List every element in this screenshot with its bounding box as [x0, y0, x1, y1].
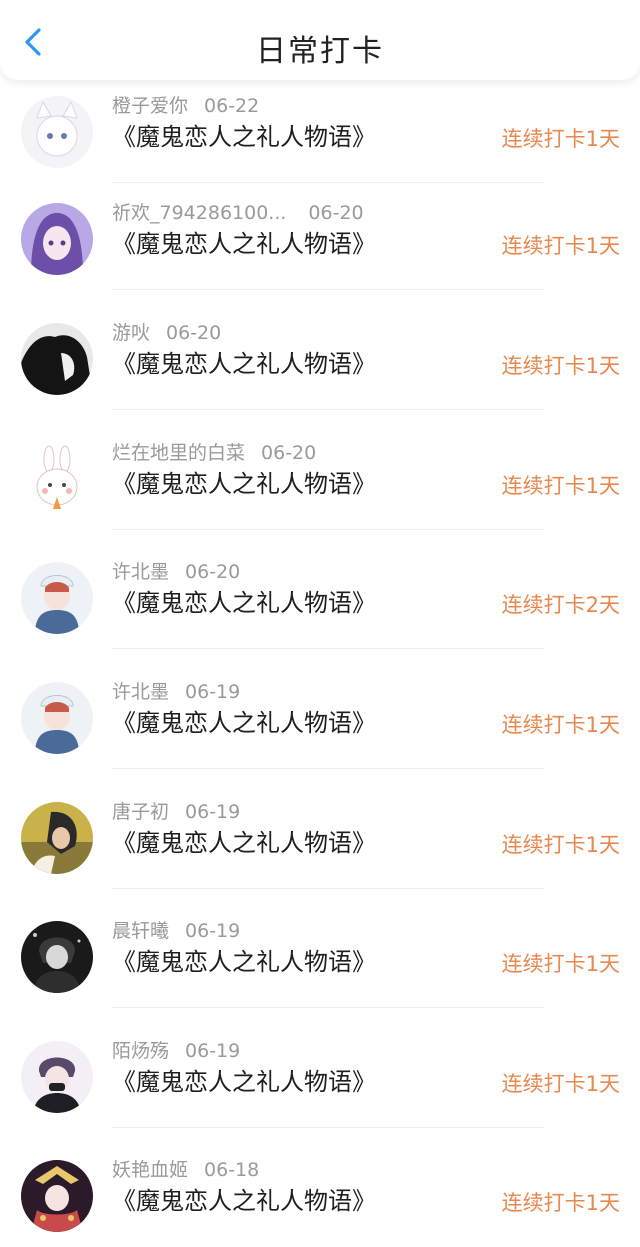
avatar[interactable] — [21, 443, 93, 515]
checkin-date: 06-20 — [166, 322, 222, 344]
username[interactable]: 游吙 — [112, 322, 150, 344]
user-line: 许北墨 06-19 — [112, 677, 240, 704]
username[interactable]: 妖艳血姬 — [112, 1159, 188, 1181]
streak-label: 连续打卡1天 — [501, 833, 620, 857]
user-line: 唐子初 06-19 — [112, 797, 240, 824]
book-title[interactable]: 《魔鬼恋人之礼人物语》 — [112, 583, 376, 618]
avatar[interactable] — [21, 682, 93, 754]
avatar[interactable] — [21, 921, 93, 993]
book-title[interactable]: 《魔鬼恋人之礼人物语》 — [112, 1181, 376, 1216]
avatar[interactable] — [21, 1041, 93, 1113]
streak-label: 连续打卡2天 — [501, 593, 620, 617]
username[interactable]: 橙子爱你 — [112, 95, 188, 117]
avatar[interactable] — [21, 323, 93, 395]
list-item[interactable]: 橙子爱你 06-22 《魔鬼恋人之礼人物语》 连续打卡1天 — [0, 63, 640, 183]
streak-label: 连续打卡1天 — [501, 354, 620, 378]
username[interactable]: 唐子初 — [112, 801, 169, 823]
checkin-date: 06-19 — [185, 920, 241, 942]
checkin-date: 06-20 — [261, 442, 317, 464]
username[interactable]: 许北墨 — [112, 561, 169, 583]
list-item[interactable]: 妖艳血姬 06-18 《魔鬼恋人之礼人物语》 连续打卡1天 — [0, 1127, 640, 1247]
list-item[interactable]: 游吙 06-20 《魔鬼恋人之礼人物语》 连续打卡1天 — [0, 290, 640, 410]
streak-label: 连续打卡1天 — [501, 1072, 620, 1096]
checkin-date: 06-20 — [308, 202, 364, 224]
user-line: 晨轩曦 06-19 — [112, 916, 240, 943]
list-item[interactable]: 晨轩曦 06-19 《魔鬼恋人之礼人物语》 连续打卡1天 — [0, 888, 640, 1008]
book-title[interactable]: 《魔鬼恋人之礼人物语》 — [112, 464, 376, 499]
streak-label: 连续打卡1天 — [501, 127, 620, 151]
user-line: 陌炀殇 06-19 — [112, 1036, 240, 1063]
streak-label: 连续打卡1天 — [501, 713, 620, 737]
username[interactable]: 烂在地里的白菜 — [112, 442, 245, 464]
username[interactable]: 许北墨 — [112, 681, 169, 703]
avatar[interactable] — [21, 802, 93, 874]
list-item[interactable]: 陌炀殇 06-19 《魔鬼恋人之礼人物语》 连续打卡1天 — [0, 1008, 640, 1128]
avatar[interactable] — [21, 96, 93, 168]
top-bar: 日常打卡 — [0, 0, 640, 80]
user-line: 妖艳血姬 06-18 — [112, 1155, 259, 1182]
book-title[interactable]: 《魔鬼恋人之礼人物语》 — [112, 1062, 376, 1097]
list-item[interactable]: 烂在地里的白菜 06-20 《魔鬼恋人之礼人物语》 连续打卡1天 — [0, 410, 640, 530]
book-title[interactable]: 《魔鬼恋人之礼人物语》 — [112, 224, 376, 259]
streak-label: 连续打卡1天 — [501, 234, 620, 258]
streak-label: 连续打卡1天 — [501, 474, 620, 498]
checkin-date: 06-19 — [185, 681, 241, 703]
checkin-date: 06-19 — [185, 801, 241, 823]
page-title: 日常打卡 — [256, 34, 384, 69]
book-title[interactable]: 《魔鬼恋人之礼人物语》 — [112, 344, 376, 379]
avatar[interactable] — [21, 562, 93, 634]
username[interactable]: 晨轩曦 — [112, 920, 169, 942]
checkin-date: 06-20 — [185, 561, 241, 583]
user-line: 祈欢_794286100... 06-20 — [112, 198, 364, 225]
username[interactable]: 陌炀殇 — [112, 1040, 169, 1062]
checkin-date: 06-19 — [185, 1040, 241, 1062]
book-title[interactable]: 《魔鬼恋人之礼人物语》 — [112, 823, 376, 858]
book-title[interactable]: 《魔鬼恋人之礼人物语》 — [112, 117, 376, 152]
user-line: 烂在地里的白菜 06-20 — [112, 438, 316, 465]
user-line: 游吙 06-20 — [112, 318, 221, 345]
checkin-date: 06-18 — [204, 1159, 260, 1181]
list-item[interactable]: 唐子初 06-19 《魔鬼恋人之礼人物语》 连续打卡1天 — [0, 769, 640, 889]
book-title[interactable]: 《魔鬼恋人之礼人物语》 — [112, 942, 376, 977]
avatar[interactable] — [21, 1160, 93, 1232]
user-line: 橙子爱你 06-22 — [112, 91, 259, 118]
username[interactable]: 祈欢_794286100... — [112, 202, 286, 224]
list-item[interactable]: 祈欢_794286100... 06-20 《魔鬼恋人之礼人物语》 连续打卡1天 — [0, 170, 640, 290]
avatar[interactable] — [21, 203, 93, 275]
streak-label: 连续打卡1天 — [501, 1191, 620, 1215]
list-item[interactable]: 许北墨 06-19 《魔鬼恋人之礼人物语》 连续打卡1天 — [0, 649, 640, 769]
checkin-date: 06-22 — [204, 95, 260, 117]
list-item[interactable]: 许北墨 06-20 《魔鬼恋人之礼人物语》 连续打卡2天 — [0, 529, 640, 649]
streak-label: 连续打卡1天 — [501, 952, 620, 976]
user-line: 许北墨 06-20 — [112, 557, 240, 584]
book-title[interactable]: 《魔鬼恋人之礼人物语》 — [112, 703, 376, 738]
